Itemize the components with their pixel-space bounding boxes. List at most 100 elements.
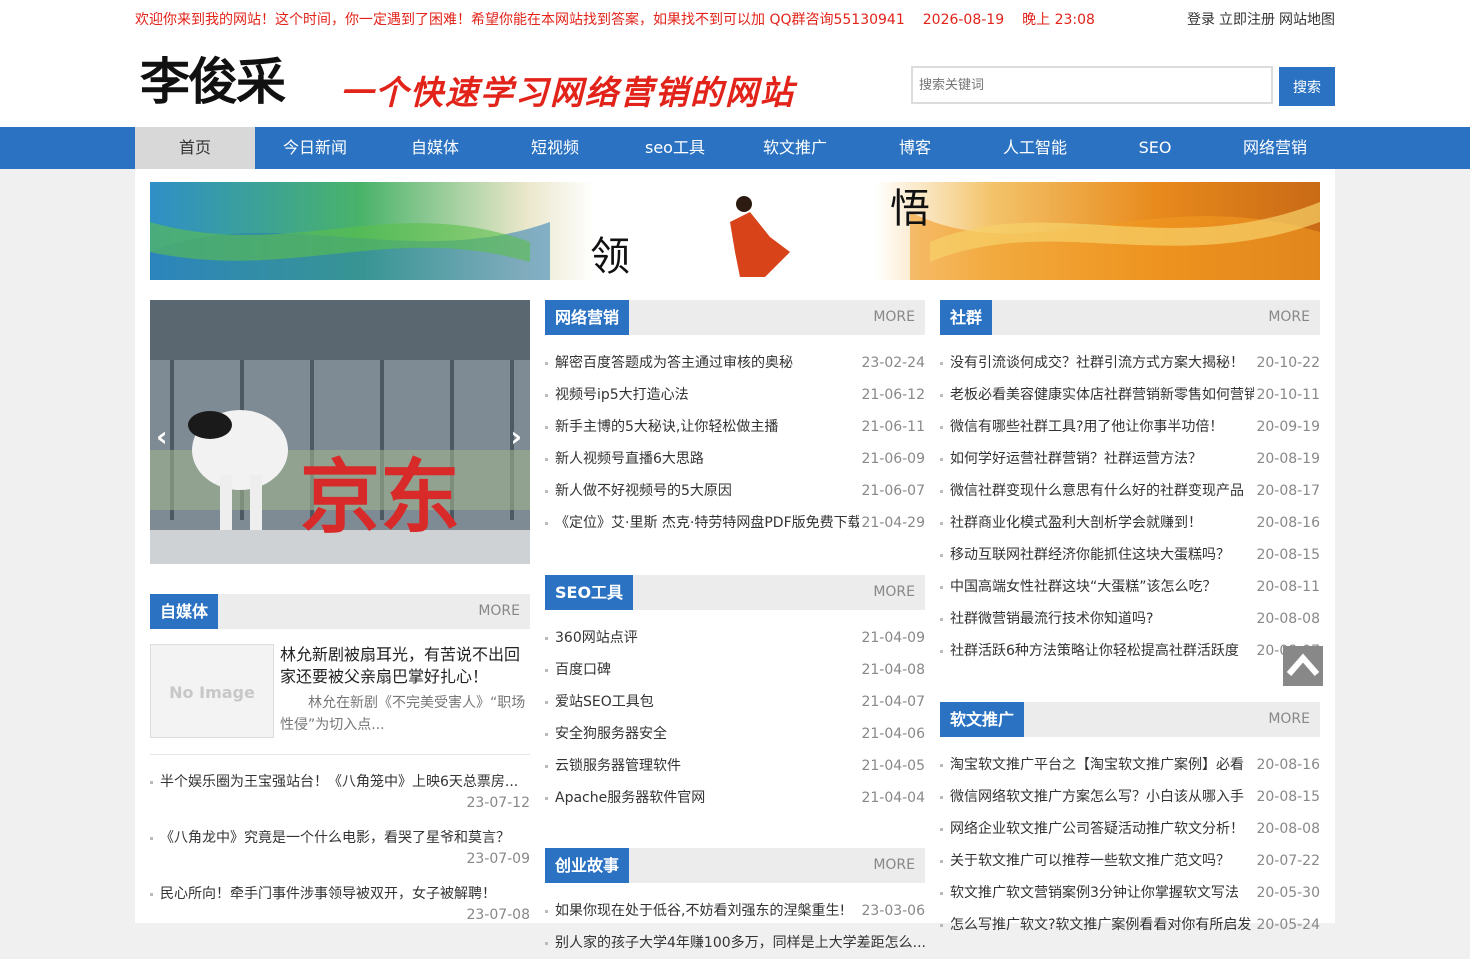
section-startup-stories: 创业故事 MORE 如果你现在处于低谷,不妨看刘强东的涅槃重生! 23-03-06… <box>545 848 925 959</box>
article-link[interactable]: 新人视频号直播6大思路 <box>555 443 859 475</box>
article-link[interactable]: 怎么写推广软文?软文推广案例看看对你有所启发 <box>950 909 1254 941</box>
list-item: 中国高端女性社群这块“大蛋糕”该怎么吃？ 20-08-11 <box>940 571 1320 603</box>
banner-art: 领 悟 <box>150 182 1320 280</box>
article-link[interactable]: 云锁服务器管理软件 <box>555 750 859 782</box>
article-link[interactable]: 社群商业化模式盈利大剖析学会就赚到！ <box>950 507 1254 539</box>
search-input[interactable] <box>911 66 1273 104</box>
site-logo[interactable]: 李俊采 <box>140 52 310 112</box>
site-header: 李俊采 一个快速学习网络营销的网站 搜索 <box>0 38 1470 127</box>
article-link[interactable]: 老板必看美容健康实体店社群营销新零售如何营销 <box>950 379 1254 411</box>
more-link[interactable]: MORE <box>478 594 520 629</box>
more-link[interactable]: MORE <box>873 848 915 883</box>
article-link[interactable]: Apache服务器软件官网 <box>555 782 859 814</box>
list-item: 新人视频号直播6大思路 21-06-09 <box>545 443 925 475</box>
nav-item-seo[interactable]: SEO <box>1095 127 1215 169</box>
article-date: 20-08-19 <box>1256 451 1320 467</box>
login-link[interactable]: 登录 <box>1187 12 1215 28</box>
welcome-message: 欢迎你来到我的网站！这个时间，你一定遇到了困难！希望你能在本网站找到答案，如果找… <box>135 9 1113 29</box>
slider-next-arrow[interactable]: › <box>510 420 522 453</box>
section-title[interactable]: SEO工具 <box>545 575 634 610</box>
nav-item-blog[interactable]: 博客 <box>855 127 975 169</box>
article-link[interactable]: 360网站点评 <box>555 622 859 654</box>
article-link[interactable]: 关于软文推广可以推荐一些软文推广范文吗？ <box>950 845 1254 877</box>
slider-prev-arrow[interactable]: ‹ <box>156 420 168 453</box>
nav-item-marketing[interactable]: 网络营销 <box>1215 127 1335 169</box>
image-slider[interactable]: 京东 ‹ › <box>150 300 530 564</box>
list-item: 解密百度答题成为答主通过审核的奥秘 23-02-24 <box>545 347 925 379</box>
article-link[interactable]: 别人家的孩子大学4年赚100多万，同样是上大学差距怎么... <box>555 927 925 959</box>
back-to-top-button[interactable] <box>1283 646 1323 686</box>
nav-item-home[interactable]: 首页 <box>135 127 255 169</box>
no-image-thumbnail[interactable]: No Image <box>150 644 274 738</box>
article-date: 20-10-11 <box>1256 387 1320 403</box>
section-title[interactable]: 自媒体 <box>150 594 219 629</box>
article-link[interactable]: 微信社群变现什么意思有什么好的社群变现产品 <box>950 475 1254 507</box>
list-item: 民心所向！牵手门事件涉事领导被双开，女子被解聘！ 23-07-08 <box>150 877 530 933</box>
section-header: 网络营销 MORE <box>545 300 925 335</box>
nav-item-seo-tools[interactable]: seo工具 <box>615 127 735 169</box>
top-bar: 欢迎你来到我的网站！这个时间，你一定遇到了困难！希望你能在本网站找到答案，如果找… <box>0 0 1470 38</box>
article-link[interactable]: 新人做不好视频号的5大原因 <box>555 475 859 507</box>
slider-jd-text: 京东 <box>300 450 460 544</box>
article-link[interactable]: 微信网络软文推广方案怎么写？小白该从哪入手 <box>950 781 1254 813</box>
list-item: 软文推广软文营销案例3分钟让你掌握软文写法 20-05-30 <box>940 877 1320 909</box>
article-link[interactable]: 社群活跃6种方法策略让你轻松提高社群活跃度 <box>950 635 1254 667</box>
article-link[interactable]: 爱站SEO工具包 <box>555 686 859 718</box>
featured-article-title[interactable]: 林允新剧被扇耳光，有苦说不出回家还要被父亲扇巴掌好扎心！ <box>280 644 528 688</box>
banner-char-left: 领 <box>590 234 630 280</box>
nav-item-we-media[interactable]: 自媒体 <box>375 127 495 169</box>
we-media-list: 半个娱乐圈为王宝强站台！《八角笼中》上映6天总票房... 23-07-12 《八角… <box>150 755 530 933</box>
article-date: 21-04-08 <box>861 662 925 678</box>
article-link[interactable]: 微信有哪些社群工具?用了他让你事半功倍！ <box>950 411 1254 443</box>
main-nav: 首页 今日新闻 自媒体 短视频 seo工具 软文推广 博客 人工智能 SEO 网… <box>0 127 1470 169</box>
article-date: 20-05-30 <box>1256 885 1320 901</box>
article-date: 20-05-24 <box>1256 917 1320 933</box>
section-header: 社群 MORE <box>940 300 1320 335</box>
more-link[interactable]: MORE <box>873 300 915 335</box>
list-item: 360网站点评 21-04-09 <box>545 622 925 654</box>
banner-image[interactable]: 领 悟 <box>150 182 1320 280</box>
sitemap-link[interactable]: 网站地图 <box>1279 12 1335 28</box>
article-link[interactable]: 新手主博的5大秘诀,让你轻松做主播 <box>555 411 859 443</box>
article-link[interactable]: 安全狗服务器安全 <box>555 718 859 750</box>
more-link[interactable]: MORE <box>1268 702 1310 737</box>
article-link[interactable]: 半个娱乐圈为王宝强站台！《八角笼中》上映6天总票房... <box>160 771 522 791</box>
middle-column: 网络营销 MORE 解密百度答题成为答主通过审核的奥秘 23-02-24 视频号i… <box>545 300 925 959</box>
nav-item-ai[interactable]: 人工智能 <box>975 127 1095 169</box>
article-date: 23-07-09 <box>466 851 530 867</box>
article-link[interactable]: 百度口碑 <box>555 654 859 686</box>
article-link[interactable]: 软文推广软文营销案例3分钟让你掌握软文写法 <box>950 877 1254 909</box>
search-button[interactable]: 搜索 <box>1279 67 1335 106</box>
section-title[interactable]: 网络营销 <box>545 300 630 335</box>
article-link[interactable]: 《八角龙中》究竟是一个什么电影，看哭了星爷和莫言？ <box>160 827 522 847</box>
article-link[interactable]: 《定位》艾·里斯 杰克·特劳特网盘PDF版免费下载 <box>555 507 859 539</box>
nav-item-soft-article[interactable]: 软文推广 <box>735 127 855 169</box>
list-item: 如果你现在处于低谷,不妨看刘强东的涅槃重生! 23-03-06 <box>545 895 925 927</box>
article-date: 20-08-16 <box>1256 515 1320 531</box>
section-title[interactable]: 创业故事 <box>545 848 630 883</box>
article-date: 23-07-08 <box>466 907 530 923</box>
marketing-list: 解密百度答题成为答主通过审核的奥秘 23-02-24 视频号ip5大打造心法 21-… <box>545 335 925 563</box>
nav-item-today-news[interactable]: 今日新闻 <box>255 127 375 169</box>
article-date: 20-08-15 <box>1256 789 1320 805</box>
article-link[interactable]: 移动互联网社群经济你能抓住这块大蛋糕吗？ <box>950 539 1254 571</box>
article-date: 21-06-11 <box>861 419 925 435</box>
register-link[interactable]: 立即注册 <box>1219 12 1275 28</box>
article-link[interactable]: 网络企业软文推广公司答疑活动推广软文分析！ <box>950 813 1254 845</box>
article-link[interactable]: 没有引流谈何成交？社群引流方式方案大揭秘！ <box>950 347 1254 379</box>
more-link[interactable]: MORE <box>1268 300 1310 335</box>
more-link[interactable]: MORE <box>873 575 915 610</box>
article-link[interactable]: 社群微营销最流行技术你知道吗? <box>950 603 1254 635</box>
section-header: 自媒体 MORE <box>150 594 530 629</box>
article-link[interactable]: 视频号ip5大打造心法 <box>555 379 859 411</box>
section-we-media: 自媒体 MORE No Image 林允新剧被扇耳光，有苦说不出回家还要被父亲扇… <box>150 594 530 933</box>
article-link[interactable]: 淘宝软文推广平台之【淘宝软文推广案例】必看 <box>950 749 1254 781</box>
article-link[interactable]: 民心所向！牵手门事件涉事领导被双开，女子被解聘！ <box>160 883 522 903</box>
article-link[interactable]: 解密百度答题成为答主通过审核的奥秘 <box>555 347 859 379</box>
section-title[interactable]: 社群 <box>940 300 993 335</box>
section-title[interactable]: 软文推广 <box>940 702 1025 737</box>
article-link[interactable]: 中国高端女性社群这块“大蛋糕”该怎么吃？ <box>950 571 1254 603</box>
article-link[interactable]: 如何学好运营社群营销？社群运营方法？ <box>950 443 1254 475</box>
article-link[interactable]: 如果你现在处于低谷,不妨看刘强东的涅槃重生! <box>555 895 859 927</box>
nav-item-short-video[interactable]: 短视频 <box>495 127 615 169</box>
